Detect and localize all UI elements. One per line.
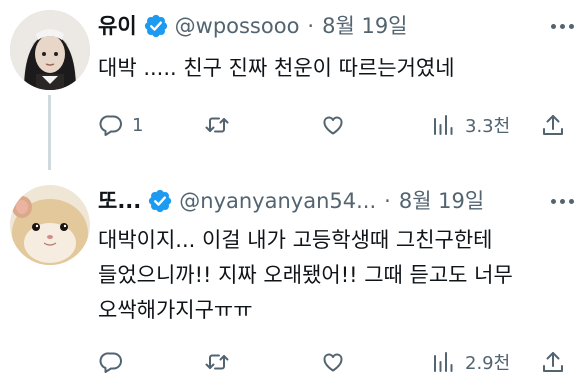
verified-badge-icon [144, 14, 167, 38]
reply-button[interactable]: 1 [98, 110, 143, 140]
share-icon [543, 115, 563, 135]
thread-connector-line [48, 95, 51, 170]
retweet-icon [205, 354, 229, 370]
view-count: 3.3천 [465, 116, 511, 137]
views-button[interactable]: 2.9천 [431, 347, 510, 377]
reply-icon [99, 352, 122, 373]
like-icon [323, 116, 343, 135]
like-icon [323, 353, 343, 372]
tweet-2[interactable]: 또... @nyanyanyan54... · 8월 19일 대박이지... 이… [0, 175, 588, 380]
reply-count: 1 [132, 114, 144, 136]
retweet-icon [205, 117, 229, 133]
user-handle[interactable]: @wpossooo [175, 10, 300, 42]
more-icon[interactable] [551, 10, 574, 42]
views-icon [434, 352, 453, 372]
action-bar: 1 3.3천 [98, 110, 588, 140]
separator-dot: · [384, 189, 391, 213]
tweet-text: 대박이지... 이걸 내가 고등학생때 그친구한테 들었으니까!! 지짜 오래됐… [98, 228, 513, 322]
display-name[interactable]: 또... [98, 185, 141, 217]
display-name[interactable]: 유이 [98, 10, 137, 42]
tweet-text: 대박 ..... 친구 진짜 천운이 따르는거였네 [98, 56, 455, 80]
separator-dot: · [307, 14, 315, 38]
retweet-button[interactable] [204, 110, 238, 140]
like-button[interactable] [320, 110, 354, 140]
tweet-1[interactable]: 유이 @wpossooo · 8월 19일 대박 ..... 친구 진짜 천운이… [0, 0, 588, 175]
like-button[interactable] [320, 347, 354, 377]
tweet-date[interactable]: 8월 19일 [399, 185, 484, 217]
retweet-button[interactable] [204, 347, 238, 377]
user-handle[interactable]: @nyanyanyan54... [179, 185, 376, 217]
share-icon [543, 352, 563, 372]
avatar[interactable] [10, 185, 90, 265]
share-button[interactable] [540, 347, 566, 377]
reply-button[interactable] [98, 347, 132, 377]
avatar[interactable] [10, 10, 90, 90]
views-icon [434, 115, 453, 135]
views-button[interactable]: 3.3천 [431, 110, 510, 140]
tweet-header: 또... @nyanyanyan54... · 8월 19일 [98, 185, 484, 217]
more-icon[interactable] [551, 185, 574, 217]
verified-badge-icon [149, 189, 172, 213]
share-button[interactable] [540, 110, 566, 140]
tweet-date[interactable]: 8월 19일 [322, 10, 407, 42]
view-count: 2.9천 [465, 353, 511, 374]
tweet-header: 유이 @wpossooo · 8월 19일 [98, 10, 408, 42]
action-bar: 2.9천 [98, 347, 588, 377]
reply-icon [99, 115, 122, 136]
